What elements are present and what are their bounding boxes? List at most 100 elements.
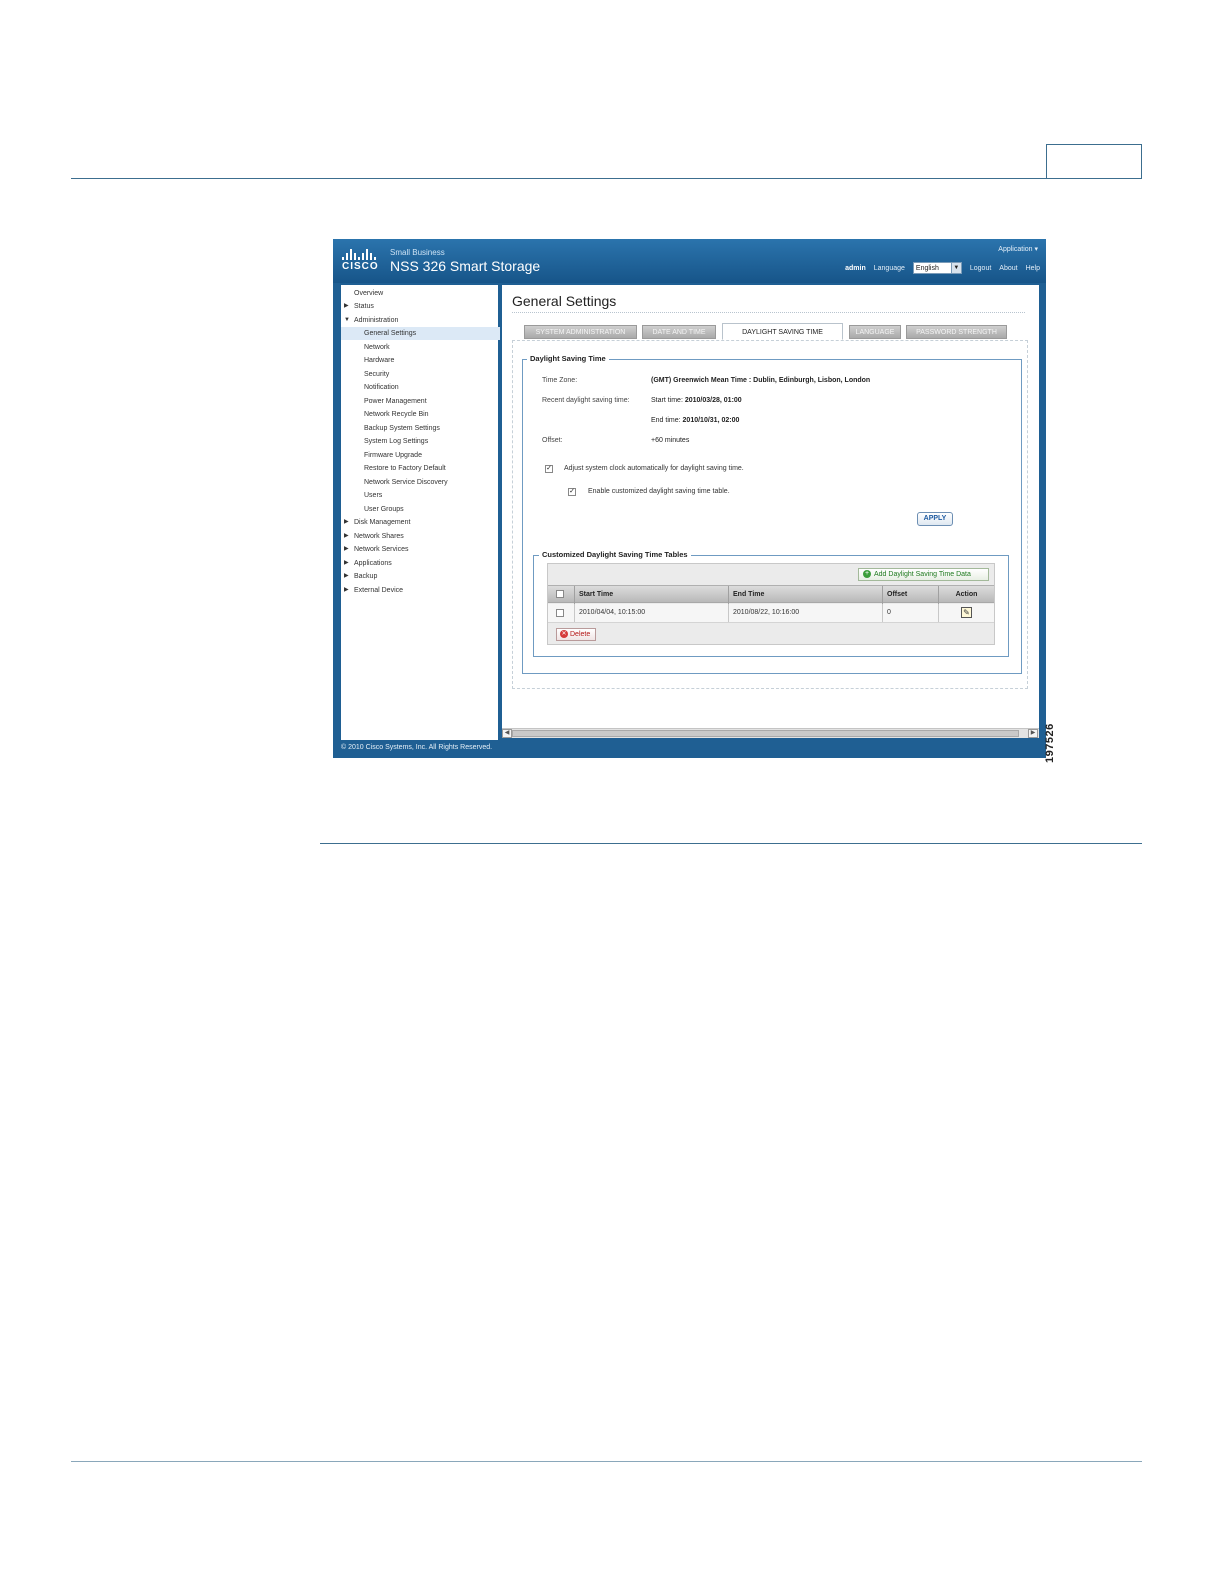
- language-value: English: [915, 264, 939, 272]
- current-user: admin: [845, 264, 866, 272]
- custom-table-legend: Customized Daylight Saving Time Tables: [539, 550, 691, 559]
- column-action: Action: [955, 591, 978, 598]
- tab-password-strength[interactable]: PASSWORD STRENGTH: [906, 325, 1007, 339]
- scroll-right-icon[interactable]: ▶: [1028, 729, 1038, 738]
- table-header-row: Start Time End Time Offset Action: [548, 585, 994, 604]
- chevron-down-icon: ▼: [950, 263, 961, 273]
- sidebar-item-users[interactable]: Users: [341, 489, 500, 502]
- offset-label: Offset:: [542, 437, 563, 444]
- column-offset[interactable]: Offset: [883, 586, 939, 604]
- product-name: NSS 326 Smart Storage: [390, 258, 541, 274]
- sidebar-item-status[interactable]: ▶ Status: [341, 300, 500, 313]
- dst-data-grid: + Add Daylight Saving Time Data Start Tim…: [547, 563, 995, 645]
- column-start-time[interactable]: Start Time: [575, 586, 729, 604]
- select-all-checkbox[interactable]: [556, 590, 564, 598]
- customized-table-checkbox[interactable]: ✓: [568, 488, 576, 496]
- sidebar-item-restore-factory-default[interactable]: Restore to Factory Default: [341, 462, 500, 475]
- top-links: admin Language English ▼ Logout About He…: [845, 262, 1040, 274]
- add-dst-data-label: Add Daylight Saving Time Data: [874, 571, 971, 578]
- sidebar-item-security[interactable]: Security: [341, 368, 500, 381]
- row-end-time: 2010/08/22, 10:16:00: [729, 604, 883, 622]
- copyright-footer: © 2010 Cisco Systems, Inc. All Rights Re…: [341, 744, 493, 751]
- column-end-time[interactable]: End Time: [729, 586, 883, 604]
- delete-button[interactable]: ✕ Delete: [556, 628, 596, 641]
- daylight-saving-legend: Daylight Saving Time: [527, 354, 609, 363]
- footer-rule: [71, 1461, 1142, 1462]
- tab-date-and-time[interactable]: DATE AND TIME: [642, 325, 716, 339]
- about-link[interactable]: About: [999, 265, 1017, 272]
- sidebar-item-power-management[interactable]: Power Management: [341, 395, 500, 408]
- apply-button[interactable]: APPLY: [917, 512, 953, 526]
- delete-icon: ✕: [560, 630, 568, 639]
- language-label: Language: [873, 264, 905, 272]
- sidebar-item-external-device[interactable]: ▶ External Device: [341, 584, 500, 597]
- app-window: CISCO Small Business NSS 326 Smart Stora…: [333, 239, 1046, 758]
- scrollbar-thumb[interactable]: [512, 730, 1019, 737]
- top-rule: [71, 178, 1142, 179]
- sidebar-item-network-service-discovery[interactable]: Network Service Discovery: [341, 476, 500, 489]
- sidebar-item-firmware-upgrade[interactable]: Firmware Upgrade: [341, 449, 500, 462]
- small-business-label: Small Business: [390, 248, 445, 257]
- sidebar-item-network-recycle-bin[interactable]: Network Recycle Bin: [341, 408, 500, 421]
- time-zone-value: (GMT) Greenwich Mean Time : Dublin, Edin…: [651, 377, 871, 384]
- end-time-row: End time: 2010/10/31, 02:00: [651, 417, 739, 424]
- sidebar-item-hardware[interactable]: Hardware: [341, 354, 500, 367]
- tab-language[interactable]: LANGUAGE: [849, 325, 901, 339]
- adjust-clock-label: Adjust system clock automatically for da…: [564, 465, 744, 472]
- adjust-clock-checkbox[interactable]: ✓: [545, 465, 553, 473]
- main-content: General Settings SYSTEM ADMINISTRATION D…: [502, 285, 1039, 728]
- figure-id: 197526: [1044, 723, 1056, 763]
- add-dst-data-button[interactable]: + Add Daylight Saving Time Data: [858, 568, 989, 581]
- help-link[interactable]: Help: [1026, 265, 1040, 272]
- sidebar-item-overview[interactable]: Overview: [341, 287, 500, 300]
- sidebar-nav: Overview ▶ Status ▼ Administration General…: [341, 285, 500, 740]
- expand-arrow-icon: ▶: [344, 573, 349, 579]
- sidebar-item-network-shares[interactable]: ▶ Network Shares: [341, 530, 500, 543]
- cisco-logo-text: CISCO: [342, 261, 379, 272]
- customized-table-label: Enable customized daylight saving time t…: [588, 488, 730, 495]
- time-zone-label: Time Zone:: [542, 377, 578, 384]
- horizontal-scrollbar[interactable]: ◀ ▶: [502, 728, 1039, 738]
- expand-arrow-icon: ▶: [344, 546, 349, 552]
- collapse-arrow-icon: ▼: [344, 317, 350, 323]
- sidebar-item-network-services[interactable]: ▶ Network Services: [341, 543, 500, 556]
- tab-system-administration[interactable]: SYSTEM ADMINISTRATION: [524, 325, 637, 339]
- section-rule: [320, 843, 1142, 844]
- sidebar-item-disk-management[interactable]: ▶ Disk Management: [341, 516, 500, 529]
- add-icon: +: [863, 570, 871, 579]
- application-menu[interactable]: Application ▾: [998, 245, 1038, 253]
- row-offset: 0: [883, 604, 939, 622]
- language-select[interactable]: English ▼: [912, 262, 962, 274]
- select-all-cell: [548, 586, 575, 604]
- sidebar-item-network[interactable]: Network: [341, 341, 500, 354]
- end-time-label: End time:: [651, 417, 681, 424]
- row-select-cell: [548, 604, 575, 622]
- cisco-logo-icon: [342, 248, 382, 260]
- expand-arrow-icon: ▶: [344, 303, 349, 309]
- page-title: General Settings: [512, 293, 617, 309]
- sidebar-item-notification[interactable]: Notification: [341, 381, 500, 394]
- row-action-cell: ✎: [939, 604, 994, 622]
- sidebar-item-system-log-settings[interactable]: System Log Settings: [341, 435, 500, 448]
- sidebar-item-backup[interactable]: ▶ Backup: [341, 570, 500, 583]
- scroll-left-icon[interactable]: ◀: [502, 729, 512, 738]
- app-banner: CISCO Small Business NSS 326 Smart Stora…: [333, 239, 1046, 283]
- table-row: 2010/04/04, 10:15:00 2010/08/22, 10:16:0…: [548, 604, 994, 623]
- sidebar-item-general-settings[interactable]: General Settings: [341, 327, 500, 340]
- tab-daylight-saving-time[interactable]: DAYLIGHT SAVING TIME: [722, 323, 843, 340]
- end-time-value: 2010/10/31, 02:00: [682, 417, 740, 424]
- sidebar-item-backup-system-settings[interactable]: Backup System Settings: [341, 422, 500, 435]
- start-time-label: Start time:: [651, 397, 683, 404]
- expand-arrow-icon: ▶: [344, 587, 349, 593]
- expand-arrow-icon: ▶: [344, 519, 349, 525]
- delete-label: Delete: [570, 631, 591, 638]
- logout-link[interactable]: Logout: [970, 265, 991, 272]
- row-select-checkbox[interactable]: [556, 609, 564, 617]
- sidebar-item-administration[interactable]: ▼ Administration: [341, 314, 500, 327]
- edit-icon[interactable]: ✎: [961, 607, 972, 618]
- expand-arrow-icon: ▶: [344, 533, 349, 539]
- title-divider: [512, 312, 1025, 313]
- sidebar-item-user-groups[interactable]: User Groups: [341, 503, 500, 516]
- sidebar-item-applications[interactable]: ▶ Applications: [341, 557, 500, 570]
- row-start-time: 2010/04/04, 10:15:00: [575, 604, 729, 622]
